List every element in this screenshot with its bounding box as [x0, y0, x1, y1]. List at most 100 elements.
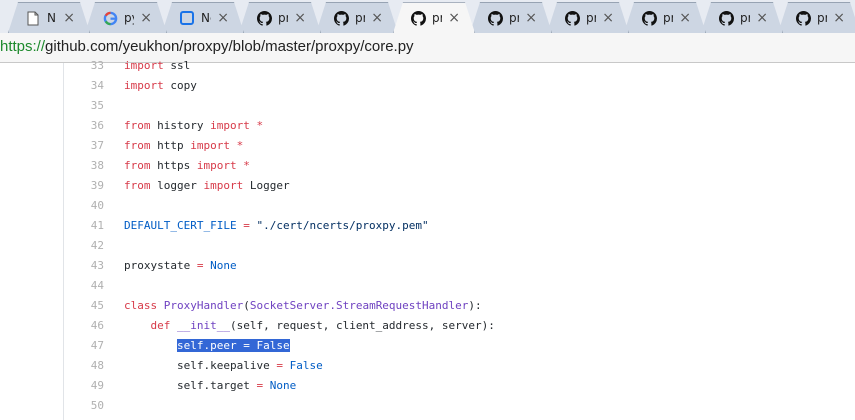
selected-text: self.peer = False: [176, 339, 290, 352]
line-number[interactable]: 41: [64, 216, 104, 236]
line-code: self.keepalive = False: [124, 356, 323, 376]
code-token: def: [150, 319, 171, 332]
browser-tab[interactable]: Ne ×: [162, 2, 244, 33]
line-code: import ssl: [124, 56, 190, 76]
line-number[interactable]: 35: [64, 96, 104, 116]
tab-strip: NE×pyt×Ne×pro×pro×pro×pro×pro×pro×pro×pr…: [0, 0, 855, 33]
tab-close-icon[interactable]: ×: [140, 11, 152, 25]
line-number[interactable]: 33: [64, 56, 104, 76]
line-number[interactable]: 44: [64, 276, 104, 296]
browser-tab[interactable]: pro ×: [239, 2, 321, 33]
code-token: history: [150, 119, 211, 132]
line-number[interactable]: 34: [64, 76, 104, 96]
line-code: import copy: [124, 76, 197, 96]
code-line: 37 from http import *: [64, 136, 854, 156]
code-token: logger: [150, 179, 204, 192]
blue-square-icon: [179, 10, 195, 26]
line-code: from history import *: [124, 116, 263, 136]
tab-title: NE: [47, 11, 56, 25]
code-token: *: [236, 159, 250, 172]
tab-close-icon[interactable]: ×: [679, 11, 691, 25]
browser-tab[interactable]: pro ×: [624, 2, 706, 33]
tab-close-icon[interactable]: ×: [833, 11, 845, 25]
code-token: SocketServer.StreamRequestHandler: [249, 299, 469, 312]
line-number[interactable]: 42: [64, 236, 104, 256]
code-line: 50: [64, 396, 854, 416]
tab-close-icon[interactable]: ×: [371, 11, 383, 25]
code-token: import: [203, 179, 244, 192]
code-token: ssl: [163, 59, 191, 72]
code-token: import: [124, 79, 164, 92]
tab-close-icon[interactable]: ×: [448, 11, 460, 25]
tab-title: pro: [355, 11, 366, 25]
line-number[interactable]: 48: [64, 356, 104, 376]
url-text[interactable]: https://github.com/yeukhon/proxpy/blob/m…: [0, 38, 414, 55]
code-token: https: [150, 159, 197, 172]
code-token: *: [230, 139, 244, 152]
line-number[interactable]: 49: [64, 376, 104, 396]
code-token: (: [243, 299, 250, 312]
tab-close-icon[interactable]: ×: [602, 11, 614, 25]
tab-title: pro: [817, 11, 828, 25]
line-number[interactable]: 40: [64, 196, 104, 216]
code-token: None: [269, 379, 297, 392]
browser-tab[interactable]: pro ×: [778, 2, 855, 33]
line-code: from http import *: [124, 136, 243, 156]
line-number[interactable]: 37: [64, 136, 104, 156]
code-token: from: [124, 139, 151, 152]
line-number[interactable]: 39: [64, 176, 104, 196]
line-number[interactable]: 45: [64, 296, 104, 316]
browser-tab[interactable]: pro ×: [701, 2, 783, 33]
line-code: def __init__(self, request, client_addre…: [124, 316, 495, 336]
code-blob: 33 import ssl 34 import copy 35 36 from histor…: [63, 59, 855, 420]
browser-tab[interactable]: pyt ×: [85, 2, 167, 33]
tab-title: pro: [509, 11, 520, 25]
code-token: (self, request, client_address, server):: [229, 319, 495, 332]
browser-tab[interactable]: pro ×: [470, 2, 552, 33]
tab-close-icon[interactable]: ×: [525, 11, 537, 25]
tab-title: pro: [740, 11, 751, 25]
line-number[interactable]: 50: [64, 396, 104, 416]
line-code: proxystate = None: [124, 256, 237, 276]
code-token: from: [124, 179, 151, 192]
code-line: 40: [64, 196, 854, 216]
tab-close-icon[interactable]: ×: [63, 11, 75, 25]
line-code: from logger import Logger: [124, 176, 290, 196]
line-code: DEFAULT_CERT_FILE = "./cert/ncerts/proxp…: [124, 216, 429, 236]
browser-tab[interactable]: NE ×: [8, 2, 90, 33]
line-code: self.target = None: [124, 376, 296, 396]
code-token: None: [210, 259, 237, 272]
github-icon: [641, 10, 657, 26]
line-number[interactable]: 36: [64, 116, 104, 136]
code-token: self.target: [124, 379, 257, 392]
code-token: from: [124, 159, 151, 172]
code-line: 47 self.peer = False: [64, 336, 854, 356]
line-code: self.peer = False: [124, 336, 290, 356]
browser-tab[interactable]: pro ×: [393, 2, 475, 33]
tab-close-icon[interactable]: ×: [217, 11, 229, 25]
browser-tab[interactable]: pro ×: [316, 2, 398, 33]
browser-tab[interactable]: pro ×: [547, 2, 629, 33]
code-line: 49 self.target = None: [64, 376, 854, 396]
code-token: from: [124, 119, 151, 132]
code-line: 42: [64, 236, 854, 256]
github-icon: [410, 10, 426, 26]
github-icon: [795, 10, 811, 26]
line-number[interactable]: 38: [64, 156, 104, 176]
code-line: 39 from logger import Logger: [64, 176, 854, 196]
line-number[interactable]: 47: [64, 336, 104, 356]
code-line: 41 DEFAULT_CERT_FILE = "./cert/ncerts/pro…: [64, 216, 854, 236]
tab-close-icon[interactable]: ×: [294, 11, 306, 25]
tab-title: Ne: [201, 11, 210, 25]
code-line: 48 self.keepalive = False: [64, 356, 854, 376]
code-token: "./cert/ncerts/proxpy.pem": [256, 219, 429, 232]
code-line: 43 proxystate = None: [64, 256, 854, 276]
code-line: 35: [64, 96, 854, 116]
github-icon: [256, 10, 272, 26]
tab-close-icon[interactable]: ×: [756, 11, 768, 25]
line-number[interactable]: 46: [64, 316, 104, 336]
line-number[interactable]: 43: [64, 256, 104, 276]
github-icon: [333, 10, 349, 26]
